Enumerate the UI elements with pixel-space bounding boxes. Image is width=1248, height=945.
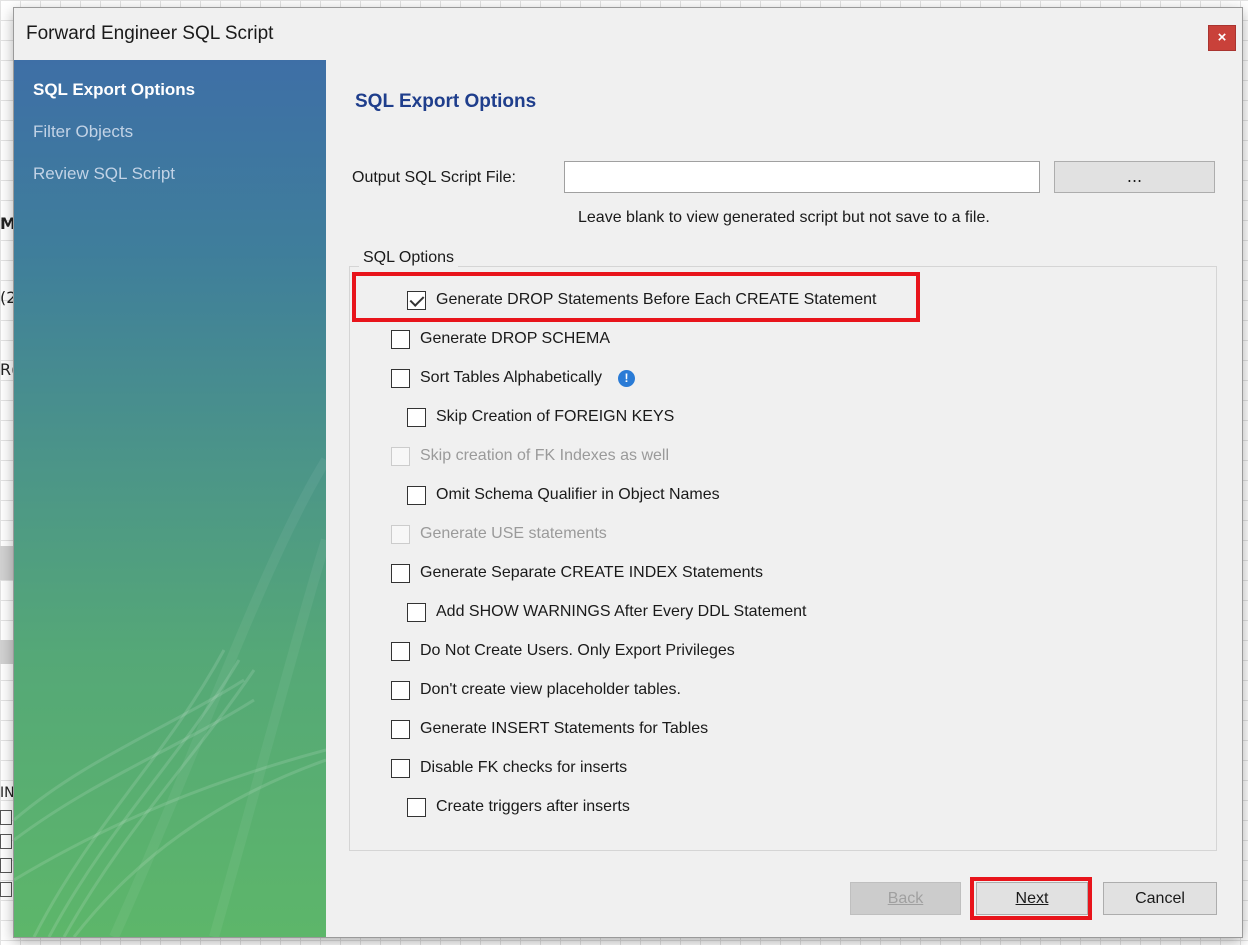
sql-option-row[interactable]: Create triggers after inserts	[407, 796, 630, 818]
cancel-button-label: Cancel	[1135, 890, 1185, 907]
output-file-input[interactable]	[564, 161, 1040, 193]
sql-option-row[interactable]: Do Not Create Users. Only Export Privile…	[391, 640, 735, 662]
back-button: Back	[850, 882, 961, 915]
option-label: Skip Creation of FOREIGN KEYS	[436, 408, 675, 425]
sql-option-row[interactable]: Skip Creation of FOREIGN KEYS	[407, 406, 674, 428]
option-label: Add SHOW WARNINGS After Every DDL Statem…	[436, 603, 807, 620]
page-title: SQL Export Options	[355, 91, 537, 112]
sql-option-row[interactable]: Generate DROP SCHEMA	[391, 328, 610, 350]
sql-option-row: Skip creation of FK Indexes as well	[391, 445, 669, 467]
option-checkbox[interactable]	[391, 641, 410, 661]
background-bar	[0, 640, 14, 664]
sql-option-row[interactable]: Add SHOW WARNINGS After Every DDL Statem…	[407, 601, 806, 623]
option-checkbox	[391, 446, 410, 466]
option-checkbox[interactable]	[391, 329, 410, 349]
back-button-label: Back	[887, 890, 924, 907]
output-file-label: Output SQL Script File:	[352, 169, 516, 186]
option-label: Generate Separate CREATE INDEX Statement…	[420, 564, 763, 581]
option-label: Create triggers after inserts	[436, 798, 630, 815]
background-checkbox	[0, 858, 12, 873]
option-checkbox[interactable]	[407, 407, 426, 427]
sql-option-row[interactable]: Sort Tables Alphabetically!	[391, 367, 636, 389]
option-label: Generate USE statements	[420, 525, 607, 542]
wizard-sidebar: SQL Export Options Filter Objects Review…	[14, 60, 326, 937]
sidebar-item-filter-objects[interactable]: Filter Objects	[33, 122, 133, 142]
option-checkbox[interactable]	[391, 368, 410, 388]
sidebar-item-review-sql-script[interactable]: Review SQL Script	[33, 164, 175, 184]
option-label: Don't create view placeholder tables.	[420, 681, 681, 698]
background-checkbox	[0, 810, 12, 825]
option-checkbox[interactable]	[391, 719, 410, 739]
option-label: Disable FK checks for inserts	[420, 759, 628, 776]
option-label: Omit Schema Qualifier in Object Names	[436, 486, 720, 503]
option-checkbox[interactable]	[391, 680, 410, 700]
sql-option-row[interactable]: Don't create view placeholder tables.	[391, 679, 681, 701]
option-checkbox[interactable]	[407, 797, 426, 817]
background-bar	[0, 546, 14, 580]
sql-option-row[interactable]: Generate INSERT Statements for Tables	[391, 718, 708, 740]
highlight-box	[352, 272, 920, 322]
sql-option-row[interactable]: Disable FK checks for inserts	[391, 757, 627, 779]
background-text: IN	[0, 785, 15, 801]
browse-button[interactable]: ...	[1054, 161, 1215, 193]
option-checkbox[interactable]	[391, 563, 410, 583]
window-title: Forward Engineer SQL Script	[26, 23, 274, 44]
option-checkbox	[391, 524, 410, 544]
title-bar[interactable]: Forward Engineer SQL Script ×	[14, 8, 1242, 60]
background-checkbox	[0, 882, 12, 897]
output-file-hint: Leave blank to view generated script but…	[578, 209, 990, 226]
option-checkbox[interactable]	[391, 758, 410, 778]
option-checkbox[interactable]	[407, 485, 426, 505]
main-content: SQL Export Options Output SQL Script Fil…	[326, 60, 1242, 937]
close-button[interactable]: ×	[1208, 25, 1236, 51]
background-checkbox	[0, 834, 12, 849]
option-checkbox[interactable]	[407, 602, 426, 622]
option-label: Sort Tables Alphabetically	[420, 369, 603, 386]
option-label: Do Not Create Users. Only Export Privile…	[420, 642, 735, 659]
sql-options-title: SQL Options	[359, 249, 459, 267]
highlight-box	[970, 877, 1092, 920]
sql-option-row[interactable]: Generate Separate CREATE INDEX Statement…	[391, 562, 763, 584]
option-label: Generate DROP SCHEMA	[420, 330, 610, 347]
sql-option-row: Generate USE statements	[391, 523, 607, 545]
cancel-button[interactable]: Cancel	[1103, 882, 1217, 915]
option-label: Generate INSERT Statements for Tables	[420, 720, 709, 737]
sidebar-decoration	[14, 457, 326, 937]
sql-option-row[interactable]: Omit Schema Qualifier in Object Names	[407, 484, 720, 506]
forward-engineer-dialog: Forward Engineer SQL Script × SQL Export…	[14, 8, 1242, 937]
option-label: Skip creation of FK Indexes as well	[420, 447, 670, 464]
info-icon[interactable]: !	[618, 369, 636, 387]
sidebar-item-sql-export-options[interactable]: SQL Export Options	[33, 80, 195, 100]
